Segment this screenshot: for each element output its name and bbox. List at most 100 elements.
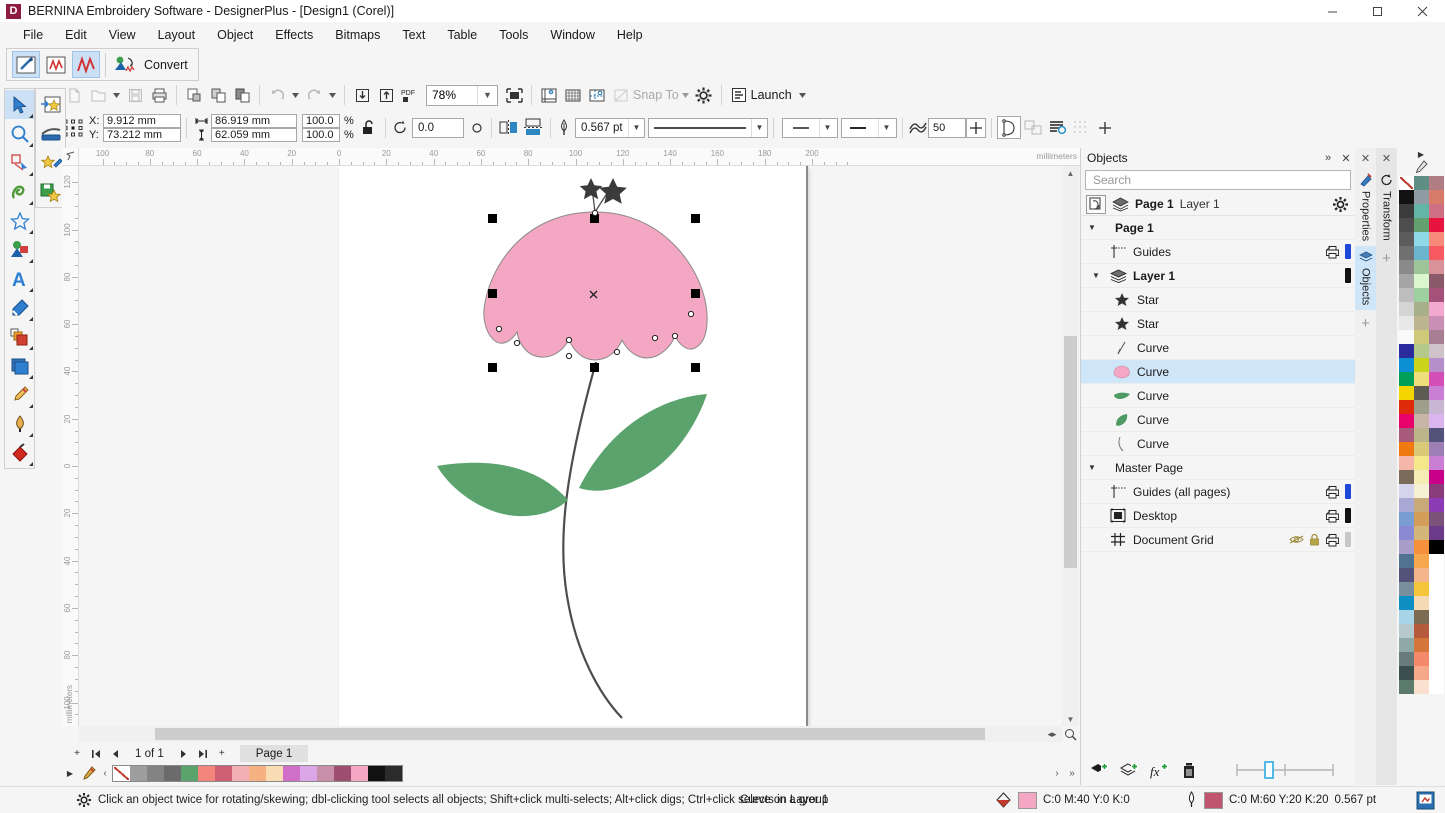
palette-color-cell[interactable] (1414, 274, 1429, 288)
tab-objects[interactable]: Objects (1355, 246, 1376, 310)
palette-color-cell[interactable] (1414, 442, 1429, 456)
next-page-button[interactable] (175, 745, 193, 762)
palette-color-cell[interactable] (1429, 442, 1444, 456)
palette-color-cell[interactable] (1429, 190, 1444, 204)
flyout-arrow-icon[interactable] (29, 462, 33, 466)
smear-tool[interactable] (5, 177, 34, 206)
palette-color-cell[interactable] (1429, 610, 1444, 624)
scanner-tool[interactable] (36, 119, 65, 148)
embroidery-canvas-button[interactable] (42, 51, 70, 78)
palette-color-cell[interactable] (1399, 330, 1414, 344)
palette-color-cell[interactable] (1399, 652, 1414, 666)
flyout-arrow-icon[interactable] (29, 143, 33, 147)
outline-width-combo[interactable]: 0.567 pt ▼ (575, 118, 645, 138)
palette-color-cell[interactable] (1429, 218, 1444, 232)
palette-color-cell[interactable] (1399, 316, 1414, 330)
docker-close-icon[interactable]: ✕ (1337, 152, 1355, 165)
palette-color-cell[interactable] (1414, 638, 1429, 652)
palette-color-cell[interactable] (1399, 260, 1414, 274)
menu-layout[interactable]: Layout (147, 25, 207, 45)
palette-color-cell[interactable] (1399, 442, 1414, 456)
palette-color-cell[interactable] (1429, 400, 1444, 414)
flyout-arrow-icon[interactable] (29, 259, 33, 263)
drawing-canvas[interactable] (79, 166, 1080, 726)
menu-edit[interactable]: Edit (54, 25, 98, 45)
flyout-arrow-icon[interactable] (29, 288, 33, 292)
palette-swatch[interactable] (232, 766, 249, 781)
palette-swatch[interactable] (351, 766, 368, 781)
palette-color-cell[interactable] (1399, 246, 1414, 260)
chevron-down-icon[interactable]: ▼ (819, 119, 835, 137)
add-toolbar-item-button[interactable] (1093, 116, 1117, 140)
stitch-preview-button[interactable] (1069, 116, 1093, 140)
convert-label[interactable]: Convert (144, 58, 188, 72)
page-tab-page-1[interactable]: Page 1 (240, 745, 308, 762)
expand-collapse-icon[interactable]: ▼ (1081, 271, 1103, 280)
palette-color-cell[interactable] (1429, 386, 1444, 400)
palette-swatch[interactable] (147, 766, 164, 781)
object-row[interactable]: Curve (1081, 384, 1355, 408)
redo-button[interactable] (302, 83, 326, 107)
convert-icon[interactable] (111, 51, 139, 78)
palette-color-cell[interactable] (1414, 386, 1429, 400)
palette-color-cell[interactable] (1414, 176, 1429, 190)
fill-bucket-tool[interactable] (5, 438, 34, 467)
menu-text[interactable]: Text (391, 25, 436, 45)
palette-color-cell[interactable] (1399, 428, 1414, 442)
palette-color-cell[interactable] (1399, 582, 1414, 596)
palette-color-cell[interactable] (1399, 302, 1414, 316)
palette-color-cell[interactable] (1429, 498, 1444, 512)
palette-color-cell[interactable] (1414, 330, 1429, 344)
palette-color-cell[interactable] (1429, 232, 1444, 246)
horizontal-scroll-thumb[interactable] (155, 728, 985, 740)
open-document-button[interactable] (86, 83, 110, 107)
tab-transform[interactable]: Transform (1376, 168, 1397, 246)
new-effect-layer-button[interactable]: fx (1147, 758, 1171, 782)
palette-color-cell[interactable] (1429, 330, 1444, 344)
object-row[interactable]: Curve (1081, 336, 1355, 360)
palette-color-cell[interactable] (1429, 372, 1444, 386)
zoom-level-input[interactable] (427, 86, 477, 105)
palette-color-cell[interactable] (1399, 568, 1414, 582)
object-row[interactable]: Star (1081, 312, 1355, 336)
launch-dropdown[interactable] (796, 83, 809, 107)
palette-color-cell[interactable] (1429, 288, 1444, 302)
object-properties-button[interactable] (1045, 116, 1069, 140)
palette-eyedropper-icon[interactable] (78, 766, 98, 781)
palette-color-cell[interactable] (1429, 484, 1444, 498)
cut-button[interactable] (182, 83, 206, 107)
palette-color-cell[interactable] (1414, 414, 1429, 428)
menu-bitmaps[interactable]: Bitmaps (324, 25, 391, 45)
palette-color-cell[interactable] (1414, 246, 1429, 260)
palette-color-cell[interactable] (1399, 386, 1414, 400)
layer-color-indicator[interactable] (1345, 508, 1351, 523)
flyout-arrow-icon[interactable] (29, 346, 33, 350)
vertical-scrollbar[interactable]: ▲ ▼ (1062, 166, 1079, 726)
add-docker-button-2[interactable]: + (1376, 246, 1397, 272)
x-position-field[interactable]: 9.912 mm (103, 114, 181, 128)
flower-illustration[interactable] (79, 166, 1080, 726)
shape-tool[interactable] (5, 148, 34, 177)
palette-color-cell[interactable] (1399, 232, 1414, 246)
palette-swatch[interactable] (368, 766, 385, 781)
horizontal-scrollbar[interactable] (79, 726, 1062, 742)
add-docker-button[interactable]: + (1355, 310, 1376, 336)
mirror-horizontal-button[interactable] (497, 116, 521, 140)
palette-color-cell[interactable] (1414, 666, 1429, 680)
palette-scroll-left-icon[interactable]: ‹ (98, 768, 112, 779)
insert-artwork-tool[interactable] (36, 90, 65, 119)
palette-color-cell[interactable] (1414, 218, 1429, 232)
palette-color-cell[interactable] (1399, 484, 1414, 498)
lock-icon[interactable] (1309, 533, 1320, 546)
palette-color-cell[interactable] (1399, 344, 1414, 358)
vertical-scroll-thumb[interactable] (1064, 336, 1077, 568)
palette-color-cell[interactable] (1399, 372, 1414, 386)
status-outline-group[interactable]: C:0 M:60 Y:20 K:20 0.567 pt (1185, 791, 1376, 809)
object-height-field[interactable]: 62.059 mm (211, 128, 297, 142)
docker-options-gear-icon[interactable] (1330, 196, 1350, 213)
minimize-button[interactable] (1310, 0, 1355, 22)
new-master-layer-button[interactable] (1117, 758, 1141, 782)
edit-artwork-tool[interactable] (36, 148, 65, 177)
palette-color-cell[interactable] (1429, 526, 1444, 540)
snap-to-dropdown[interactable] (679, 83, 692, 107)
